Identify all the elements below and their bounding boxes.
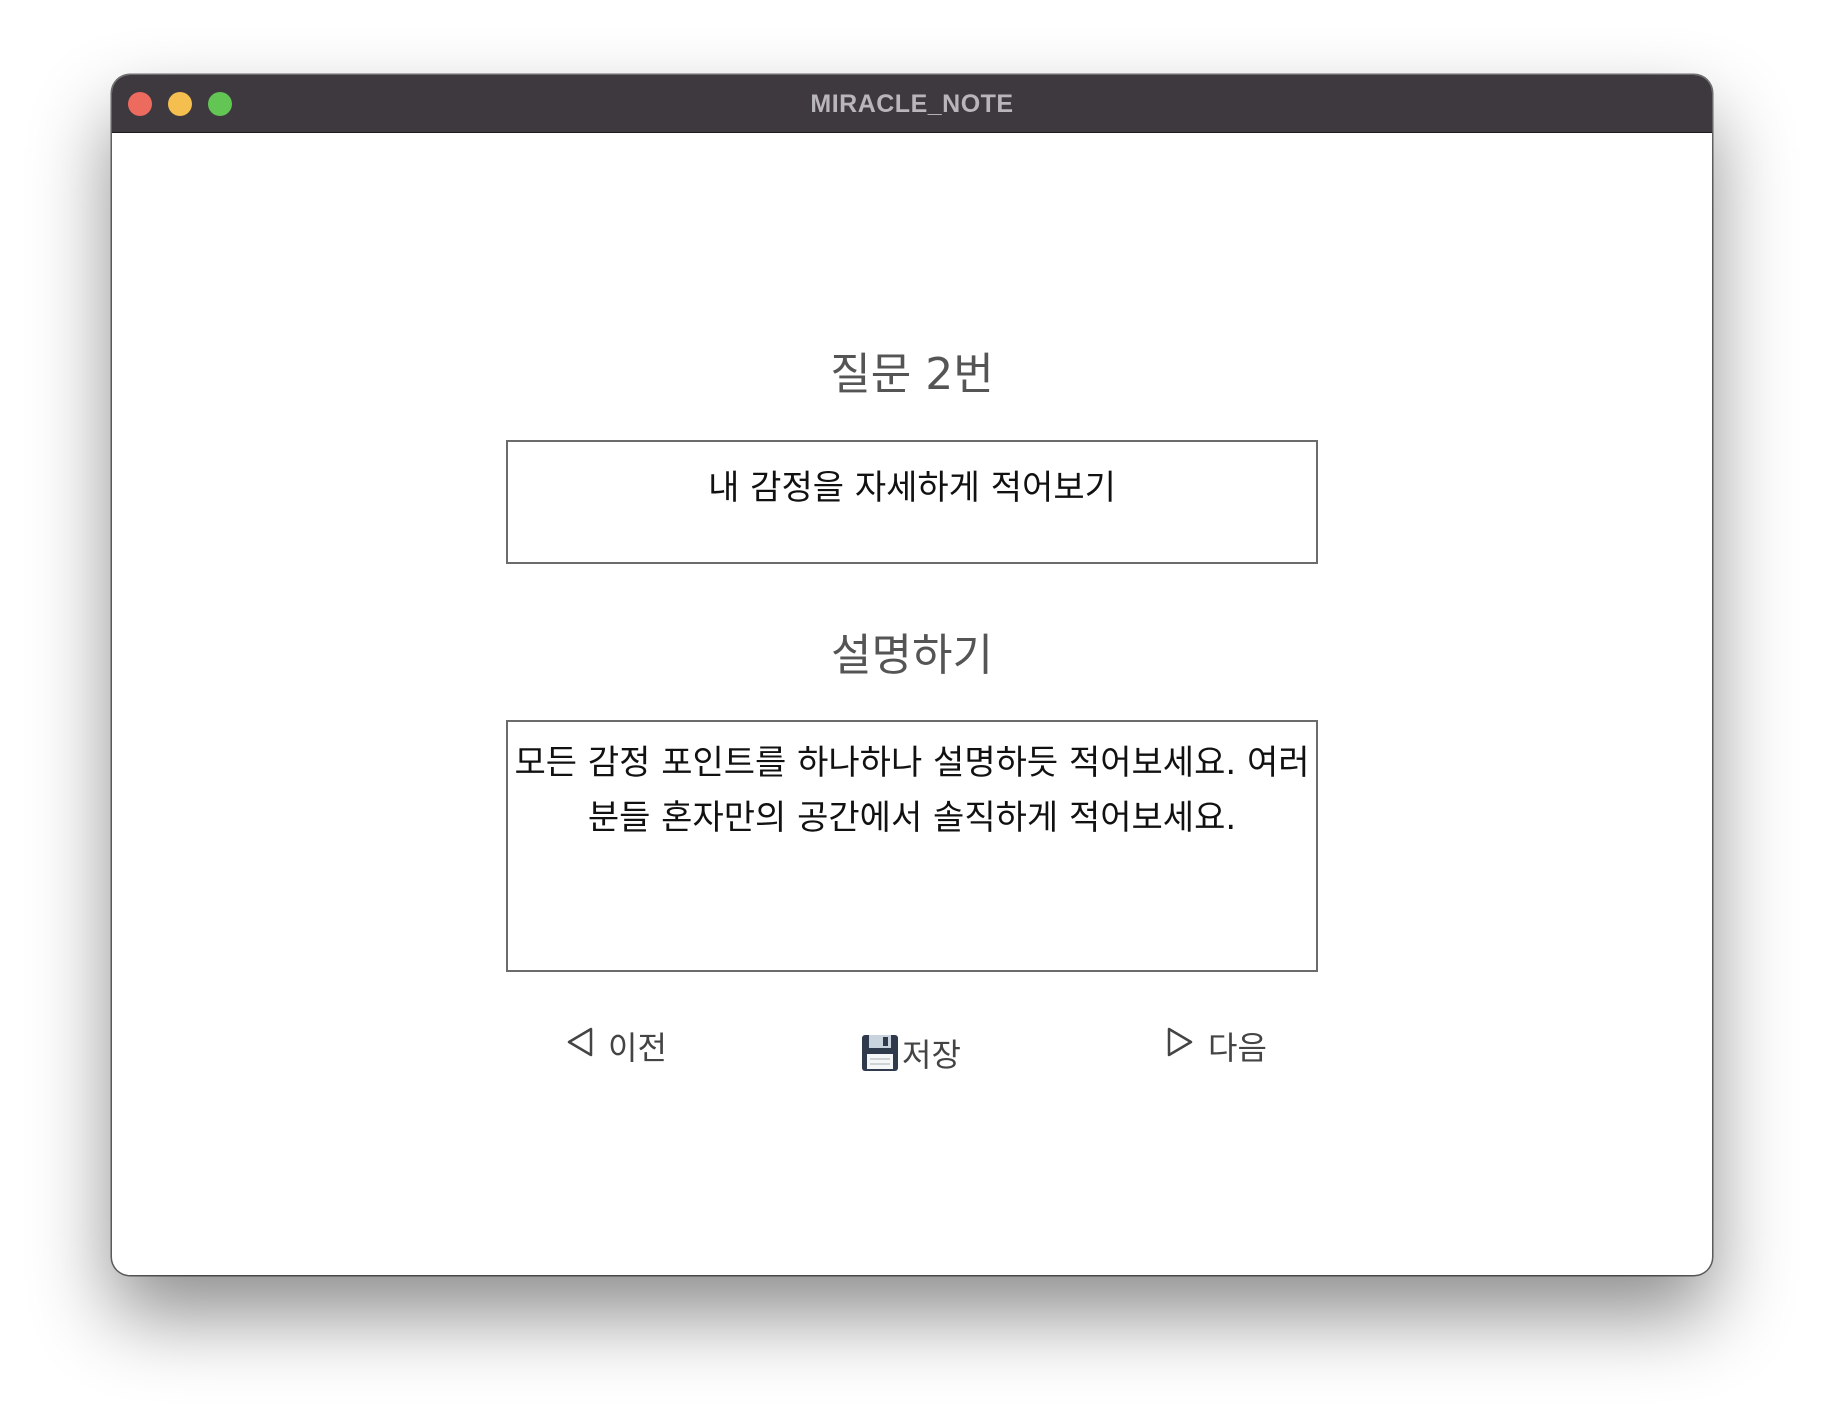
question-heading: 질문 2번	[830, 349, 994, 400]
triangle-left-icon	[566, 1026, 594, 1066]
description-text-line-2: 분들 혼자만의 공간에서 솔직하게 적어보세요.	[587, 798, 1237, 838]
main-content: 질문 2번 내 감정을 자세하게 적어보기 설명하기 모든 감정 포인트를 하나…	[112, 133, 1712, 1275]
next-button-label: 다음	[1208, 1029, 1267, 1067]
question-prompt-box: 내 감정을 자세하게 적어보기	[506, 440, 1318, 564]
previous-button-label: 이전	[608, 1029, 667, 1067]
next-button[interactable]: 다음	[1166, 1016, 1267, 1076]
question-prompt-text: 내 감정을 자세하게 적어보기	[708, 468, 1116, 508]
title-bar[interactable]: MIRACLE_NOTE	[112, 75, 1712, 133]
app-window: MIRACLE_NOTE 질문 2번 내 감정을 자세하게 적어보기 설명하기 …	[112, 75, 1712, 1275]
floppy-disk-icon	[860, 1033, 900, 1073]
triangle-right-icon	[1166, 1026, 1194, 1066]
save-button[interactable]: 저장	[860, 1023, 961, 1083]
description-text-line-1: 모든 감정 포인트를 하나하나 설명하듯 적어보세요. 여러	[514, 743, 1310, 783]
description-textarea[interactable]: 모든 감정 포인트를 하나하나 설명하듯 적어보세요. 여러 분들 혼자만의 공…	[506, 720, 1318, 972]
description-heading: 설명하기	[831, 630, 993, 681]
save-button-label: 저장	[902, 1036, 961, 1074]
previous-button[interactable]: 이전	[566, 1016, 667, 1076]
window-title: MIRACLE_NOTE	[810, 90, 1014, 118]
